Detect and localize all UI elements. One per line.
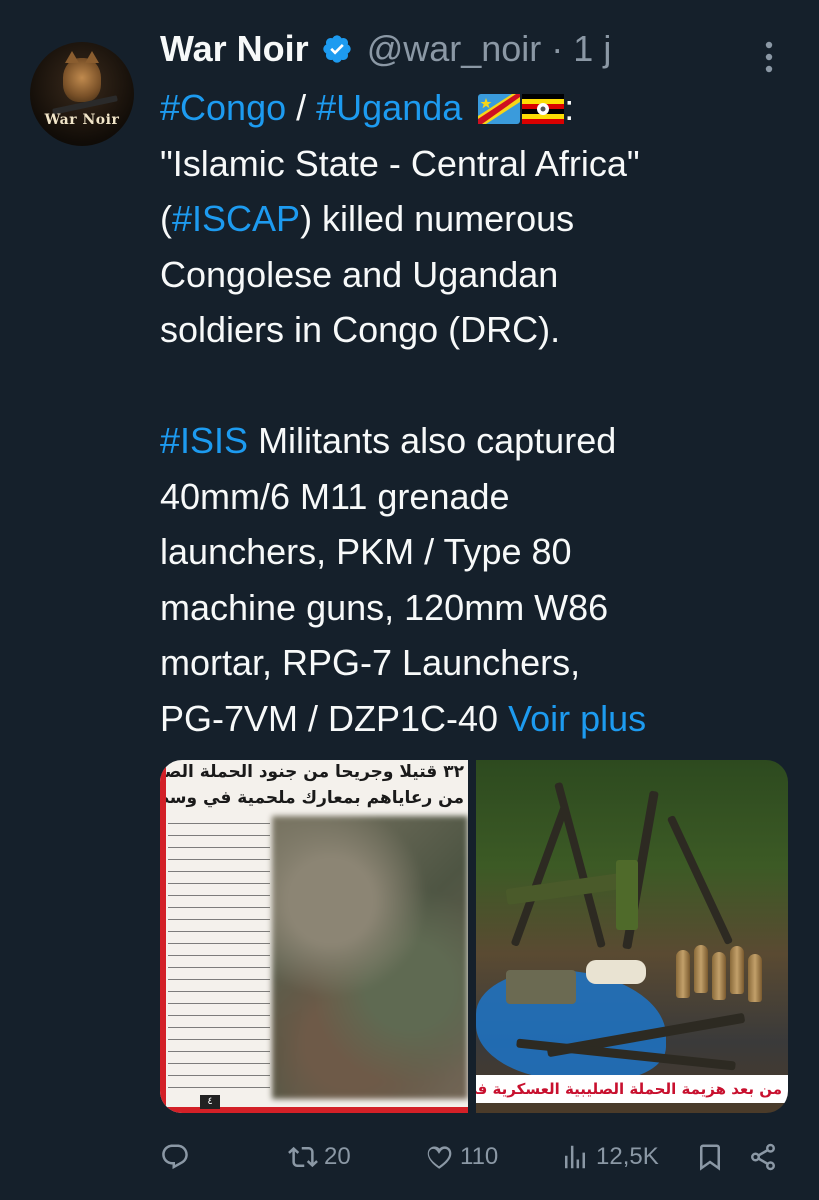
weapon-shape: [554, 781, 606, 949]
views-icon: [560, 1142, 590, 1172]
more-options-icon[interactable]: [755, 40, 783, 74]
reply-button[interactable]: [160, 1135, 196, 1179]
author-name[interactable]: War Noir: [160, 28, 309, 70]
hashtag-link[interactable]: #ISCAP: [172, 198, 300, 239]
document-red-border: [160, 760, 166, 1113]
text-line: launchers, PKM / Type 80: [160, 531, 572, 572]
text-line: machine guns, 120mm W86: [160, 586, 609, 628]
shell-shape: [712, 952, 726, 1000]
verified-badge-icon: [321, 33, 353, 65]
retweet-icon: [288, 1142, 318, 1172]
text-line: 40mm/6 M11 grenade: [160, 475, 510, 517]
hashtag-link[interactable]: #Uganda: [316, 87, 462, 128]
headline-line-2: من رعاياهم بمعارك ملحمية في وسط إفريقية: [160, 788, 464, 808]
text-line: #ISIS Militants also captured: [160, 420, 617, 461]
drc-flag-icon: [478, 84, 521, 140]
text-line: #Congo / #Uganda :: [160, 80, 800, 136]
shell-shape: [748, 954, 762, 1002]
weapon-shape: [666, 814, 734, 946]
text-line: PG-7VM / DZP1C-40 Voir plus: [160, 697, 647, 739]
page-number: ٤: [200, 1095, 220, 1109]
views-button[interactable]: 12,5K: [560, 1135, 659, 1179]
text-line: soldiers in Congo (DRC).: [160, 309, 561, 350]
bookmark-button[interactable]: [695, 1135, 725, 1179]
bookmark-icon: [695, 1142, 725, 1172]
share-button[interactable]: [748, 1135, 778, 1179]
headline-line-1: ٣٢ قتيلا وجريحا من جنود الحملة الصليبية …: [160, 762, 464, 782]
hashtag-link[interactable]: #ISIS: [160, 420, 248, 461]
like-count: 110: [460, 1143, 499, 1170]
hashtag-link[interactable]: #Congo: [160, 87, 286, 128]
shell-shape: [730, 946, 744, 994]
rocket-shape: [586, 960, 646, 984]
shell-shape: [694, 945, 708, 993]
retweet-count: 20: [324, 1143, 351, 1170]
reply-icon: [160, 1142, 190, 1172]
like-button[interactable]: 110: [424, 1135, 498, 1179]
heart-icon: [424, 1142, 454, 1172]
tweet-text: #Congo / #Uganda : "Islamic State - Cent…: [160, 80, 800, 746]
blurred-photo: [272, 816, 468, 1099]
media-image-weapons[interactable]: من بعد هزيمة الحملة الصليبية العسكرية في…: [476, 760, 788, 1113]
show-more-link[interactable]: Voir plus: [508, 698, 646, 739]
document-headline: ٣٢ قتيلا وجريحا من جنود الحملة الصليبية …: [160, 760, 468, 814]
document-text-column: [168, 816, 270, 1099]
uganda-flag-icon: [522, 84, 565, 140]
retweet-button[interactable]: 20: [288, 1135, 351, 1179]
timestamp[interactable]: 1 j: [573, 28, 611, 70]
ammo-box: [506, 970, 576, 1004]
tweet-header: War Noir @war_noir · 1 j: [160, 28, 611, 70]
shell-shape: [676, 950, 690, 998]
avatar[interactable]: War Noir: [30, 42, 134, 146]
media-image-document[interactable]: ٣٢ قتيلا وجريحا من جنود الحملة الصليبية …: [160, 760, 468, 1113]
mortar-tube: [616, 860, 638, 930]
media-grid: ٣٢ قتيلا وجريحا من جنود الحملة الصليبية …: [160, 760, 788, 1113]
image-caption: من بعد هزيمة الحملة الصليبية العسكرية في…: [476, 1075, 788, 1103]
separator-dot: ·: [551, 28, 564, 69]
share-icon: [748, 1142, 778, 1172]
avatar-logo-text: War Noir: [44, 112, 120, 128]
text-line: Congolese and Ugandan: [160, 253, 559, 295]
views-count: 12,5K: [596, 1143, 659, 1170]
text-line: (#ISCAP) killed numerous: [160, 198, 575, 239]
text-line: mortar, RPG-7 Launchers,: [160, 642, 581, 683]
author-handle[interactable]: @war_noir: [367, 28, 542, 70]
weapon-shape: [510, 803, 570, 947]
cat-illustration: [63, 51, 101, 102]
action-bar: 20 110 12,5K: [160, 1135, 780, 1179]
text-line: "Islamic State - Central Africa": [160, 142, 640, 184]
